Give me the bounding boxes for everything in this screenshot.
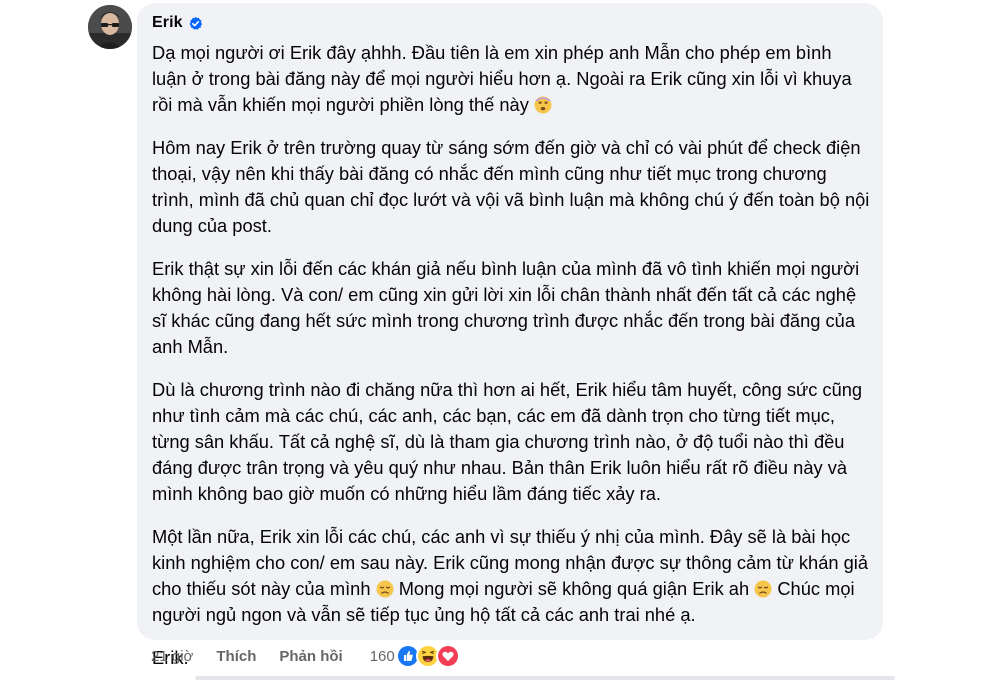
paragraph-text: Mong mọi người sẽ không quá giận Erik ah [398, 578, 750, 599]
reaction-count[interactable]: 160 [370, 648, 395, 665]
disappointed-face-icon [754, 580, 772, 598]
comment-text: Dạ mọi người ơi Erik đây ạhhh. Đầu tiên … [152, 40, 871, 671]
paragraph-text: Dạ mọi người ơi Erik đây ạhhh. Đầu tiên … [152, 42, 852, 115]
reply-button[interactable]: Phản hồi [279, 648, 342, 665]
comment-timestamp[interactable]: 21 giờ [151, 648, 193, 665]
avatar[interactable] [88, 5, 132, 49]
comment-paragraph: Một lần nữa, Erik xin lỗi các chú, các a… [152, 524, 871, 628]
comment-paragraph: Dạ mọi người ơi Erik đây ạhhh. Đầu tiên … [152, 40, 871, 118]
next-comment-edge [195, 676, 895, 680]
comment-bubble: Erik Dạ mọi người ơi Erik đây ạhhh. Đầu … [137, 3, 883, 668]
face-with-spiral-eyes-icon [534, 96, 552, 114]
author-name[interactable]: Erik [152, 14, 183, 32]
comment-actions: 21 giờ Thích Phản hồi 160 [151, 644, 460, 668]
comment-paragraph: Hôm nay Erik ở trên trường quay từ sáng … [152, 137, 870, 236]
author-row: Erik [152, 14, 871, 32]
comment-paragraph: Dù là chương trình nào đi chăng nữa thì … [152, 379, 863, 504]
comment-paragraph: Erik thật sự xin lỗi đến các khán giả nế… [152, 258, 860, 357]
love-icon [435, 644, 460, 668]
disappointed-face-icon [376, 580, 394, 598]
verified-badge-icon [188, 16, 203, 31]
like-button[interactable]: Thích [216, 648, 256, 665]
reaction-summary[interactable] [395, 644, 460, 668]
